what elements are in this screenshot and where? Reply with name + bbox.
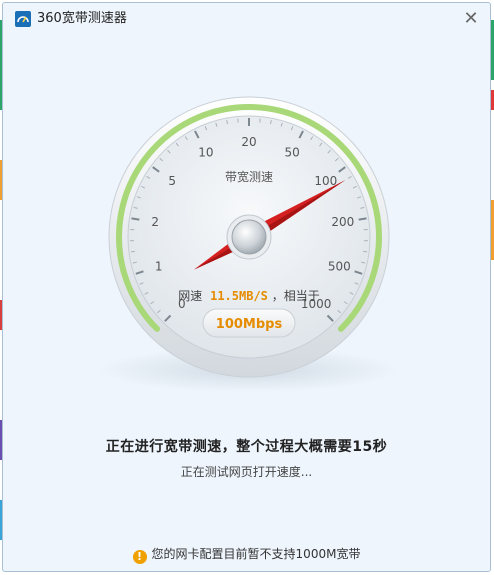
scale-label: 200 bbox=[331, 215, 354, 229]
warning-icon: ! bbox=[132, 550, 147, 564]
speed-test-window: 360宽带测速器 ✕ 0 1 2 5 10 20 50 100 200 500 … bbox=[2, 2, 491, 572]
scale-label: 500 bbox=[328, 259, 351, 273]
speedometer-app-icon bbox=[15, 11, 31, 27]
minor-tick bbox=[363, 250, 368, 253]
scale-label: 1 bbox=[155, 259, 163, 273]
gauge-title: 带宽测速 bbox=[225, 169, 273, 184]
speed-readout: 网速 11.5MB/S ，相当于 bbox=[178, 289, 319, 303]
speed-label: 网速 bbox=[178, 289, 202, 303]
equivalent-label: ，相当于 bbox=[272, 289, 320, 303]
scale-label: 50 bbox=[284, 145, 299, 159]
gauge-hub bbox=[231, 219, 267, 255]
scale-label: 5 bbox=[168, 174, 176, 188]
notice-text: 您的网卡配置目前暂不支持1000M宽带 bbox=[151, 547, 361, 561]
scale-label: 10 bbox=[198, 145, 213, 159]
scale-label: 20 bbox=[241, 135, 256, 149]
title-bar[interactable]: 360宽带测速器 ✕ bbox=[3, 3, 490, 35]
status-sub-text: 正在测试网页打开速度... bbox=[180, 465, 313, 479]
major-tick bbox=[358, 217, 367, 221]
speed-value: 11.5MB/S bbox=[210, 289, 268, 303]
bandwidth-value: 100Mbps bbox=[216, 317, 283, 332]
minor-tick bbox=[130, 250, 135, 253]
major-tick bbox=[131, 217, 140, 221]
nic-notice: ! 您的网卡配置目前暂不支持1000M宽带 bbox=[3, 545, 490, 564]
close-icon[interactable]: ✕ bbox=[460, 8, 482, 30]
scale-label: 2 bbox=[151, 215, 159, 229]
status-main-text: 正在进行宽带测速，整个过程大概需要15秒 bbox=[105, 439, 388, 455]
window-title: 360宽带测速器 bbox=[37, 11, 127, 26]
gauge-svg: 01251020501002005001000 带宽测速 网速 11.5MB/S… bbox=[99, 96, 399, 392]
speed-gauge: 0 1 2 5 10 20 50 100 200 500 1000 带宽测速 网速 11.5MB/S… bbox=[3, 35, 490, 405]
